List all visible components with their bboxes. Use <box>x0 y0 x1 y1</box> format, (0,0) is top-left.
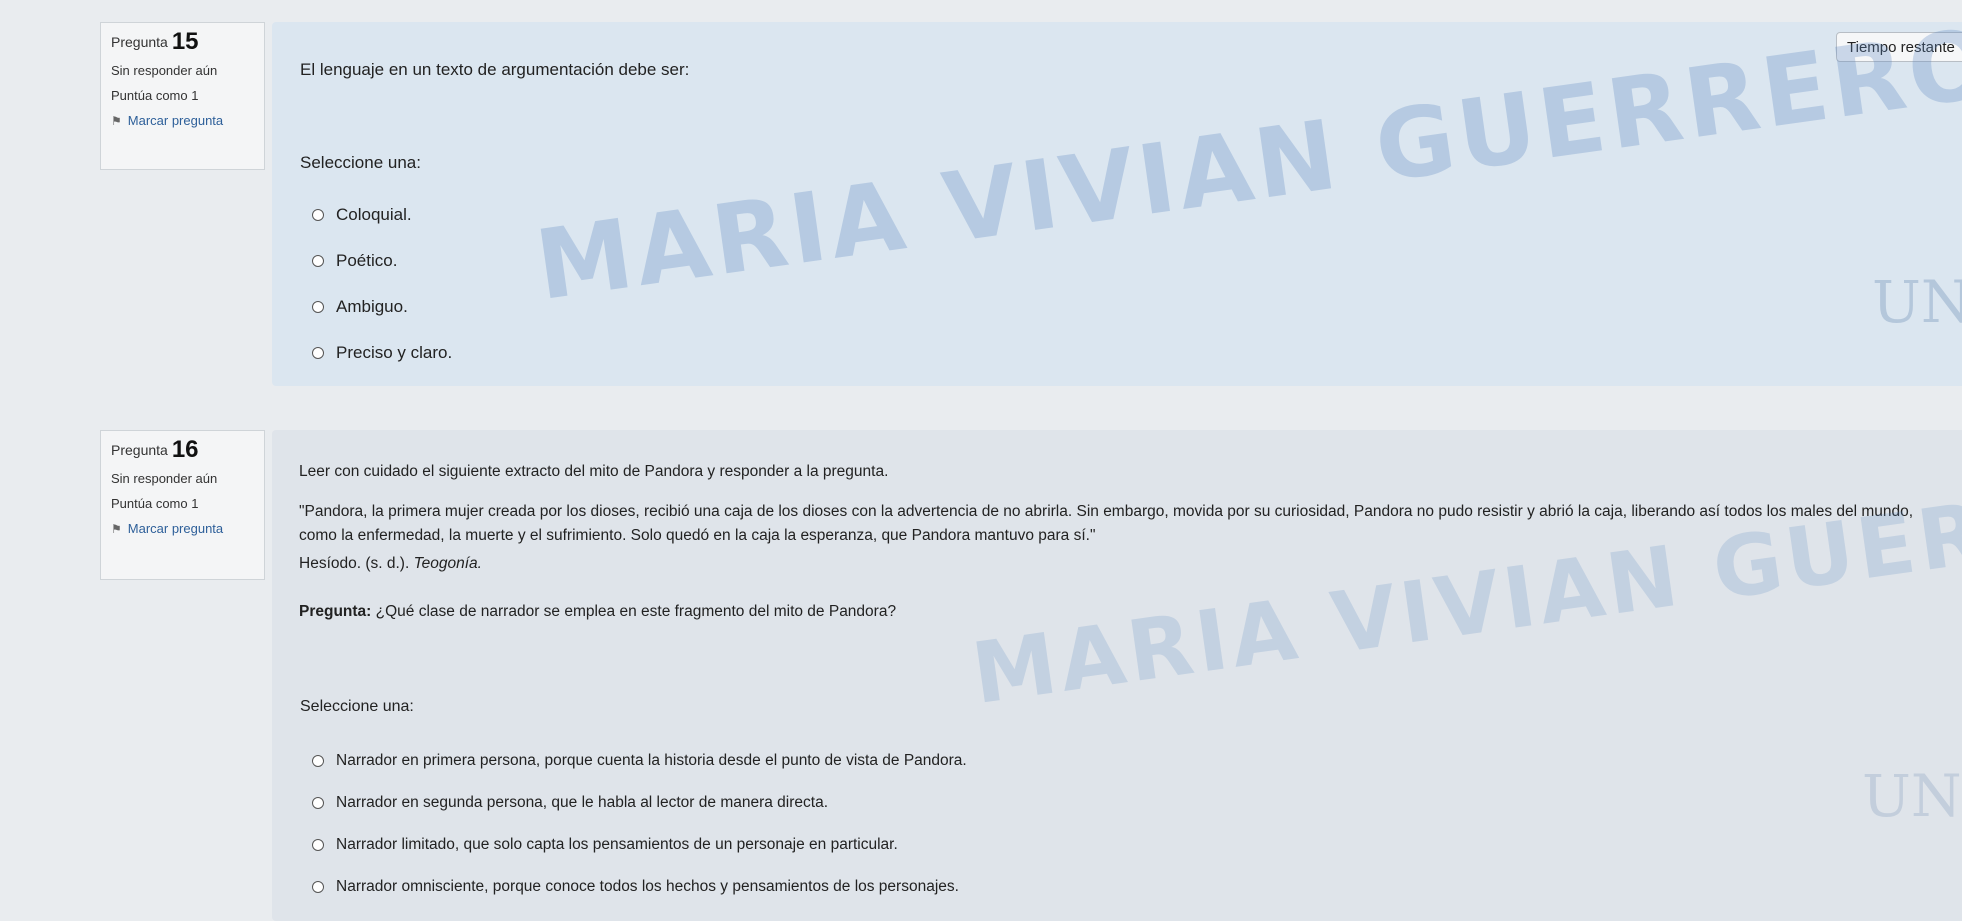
question-instructions: Leer con cuidado el siguiente extracto d… <box>299 463 889 480</box>
answer-option[interactable]: Narrador limitado, que solo capta los pe… <box>312 824 967 866</box>
answer-option[interactable]: Narrador en primera persona, porque cuen… <box>312 740 967 782</box>
question-points: Puntúa como 1 <box>111 496 199 511</box>
answer-option[interactable]: Coloquial. <box>312 192 452 238</box>
question-status: Sin responder aún <box>111 471 218 486</box>
question-content: El lenguaje en un texto de argumentación… <box>272 22 1962 386</box>
answer-label: Ambiguo. <box>336 297 408 316</box>
radio-button[interactable] <box>312 797 324 809</box>
answer-label: Coloquial. <box>336 205 412 224</box>
myth-excerpt: "Pandora, la primera mujer creada por lo… <box>299 503 1914 544</box>
flag-icon: ⚑ <box>111 521 122 536</box>
select-prompt: Seleccione una: <box>300 698 414 715</box>
citation-title: Teogonía. <box>413 555 482 572</box>
time-remaining-label: Tiempo restante <box>1847 38 1955 56</box>
answer-label: Narrador omnisciente, porque conoce todo… <box>336 878 959 895</box>
flag-question-label: Marcar pregunta <box>127 113 224 128</box>
answer-label: Narrador en segunda persona, que le habl… <box>336 794 829 811</box>
answer-option[interactable]: Narrador en segunda persona, que le habl… <box>312 782 967 824</box>
question-body: ¿Qué clase de narrador se emplea en este… <box>375 603 897 620</box>
question-number-label: Pregunta 16 <box>111 436 199 463</box>
question-info-panel: Pregunta 15 Sin responder aún Puntúa como… <box>100 22 265 170</box>
answer-option[interactable]: Ambiguo. <box>312 284 452 330</box>
answer-option[interactable]: Poético. <box>312 238 452 284</box>
flag-question-label: Marcar pregunta <box>127 521 224 536</box>
question-status: Sin responder aún <box>111 63 218 78</box>
question-text: El lenguaje en un texto de argumentación… <box>300 60 690 79</box>
question-16: Pregunta 16 Sin responder aún Puntúa como… <box>0 410 1962 921</box>
question-number: 15 <box>171 28 199 55</box>
flag-question-button[interactable]: ⚑ Marcar pregunta <box>111 521 254 536</box>
select-prompt: Seleccione una: <box>300 153 421 172</box>
radio-button[interactable] <box>312 881 324 893</box>
question-label: Pregunta: <box>299 603 372 620</box>
answer-option[interactable]: Narrador omnisciente, porque conoce todo… <box>312 866 967 908</box>
radio-button[interactable] <box>312 209 324 221</box>
citation-author: Hesíodo. (s. d.). <box>299 555 410 572</box>
answer-label: Preciso y claro. <box>336 343 453 362</box>
question-number: 16 <box>171 436 199 463</box>
question-number-label: Pregunta 15 <box>111 28 199 55</box>
citation: Hesíodo. (s. d.). Teogonía. <box>299 552 1952 576</box>
answer-label: Narrador limitado, que solo capta los pe… <box>336 836 898 853</box>
answer-label: Poético. <box>336 251 398 270</box>
radio-button[interactable] <box>312 347 324 359</box>
radio-button[interactable] <box>312 301 324 313</box>
question-15: Pregunta 15 Sin responder aún Puntúa como… <box>0 0 1962 390</box>
answer-label: Narrador en primera persona, porque cuen… <box>336 752 967 769</box>
answer-options: Narrador en primera persona, porque cuen… <box>312 740 967 908</box>
question-text: Pregunta: ¿Qué clase de narrador se empl… <box>299 600 1952 624</box>
time-remaining-button[interactable]: Tiempo restante <box>1836 32 1962 62</box>
flag-icon: ⚑ <box>111 113 122 128</box>
question-info-panel: Pregunta 16 Sin responder aún Puntúa como… <box>100 430 265 580</box>
radio-button[interactable] <box>312 755 324 767</box>
question-points: Puntúa como 1 <box>111 88 199 103</box>
radio-button[interactable] <box>312 839 324 851</box>
question-content: Leer con cuidado el siguiente extracto d… <box>272 430 1962 921</box>
answer-options: Coloquial. Poético. Ambiguo. Preciso y c… <box>312 192 452 376</box>
flag-question-button[interactable]: ⚑ Marcar pregunta <box>111 113 254 128</box>
radio-button[interactable] <box>312 255 324 267</box>
answer-option[interactable]: Preciso y claro. <box>312 330 452 376</box>
